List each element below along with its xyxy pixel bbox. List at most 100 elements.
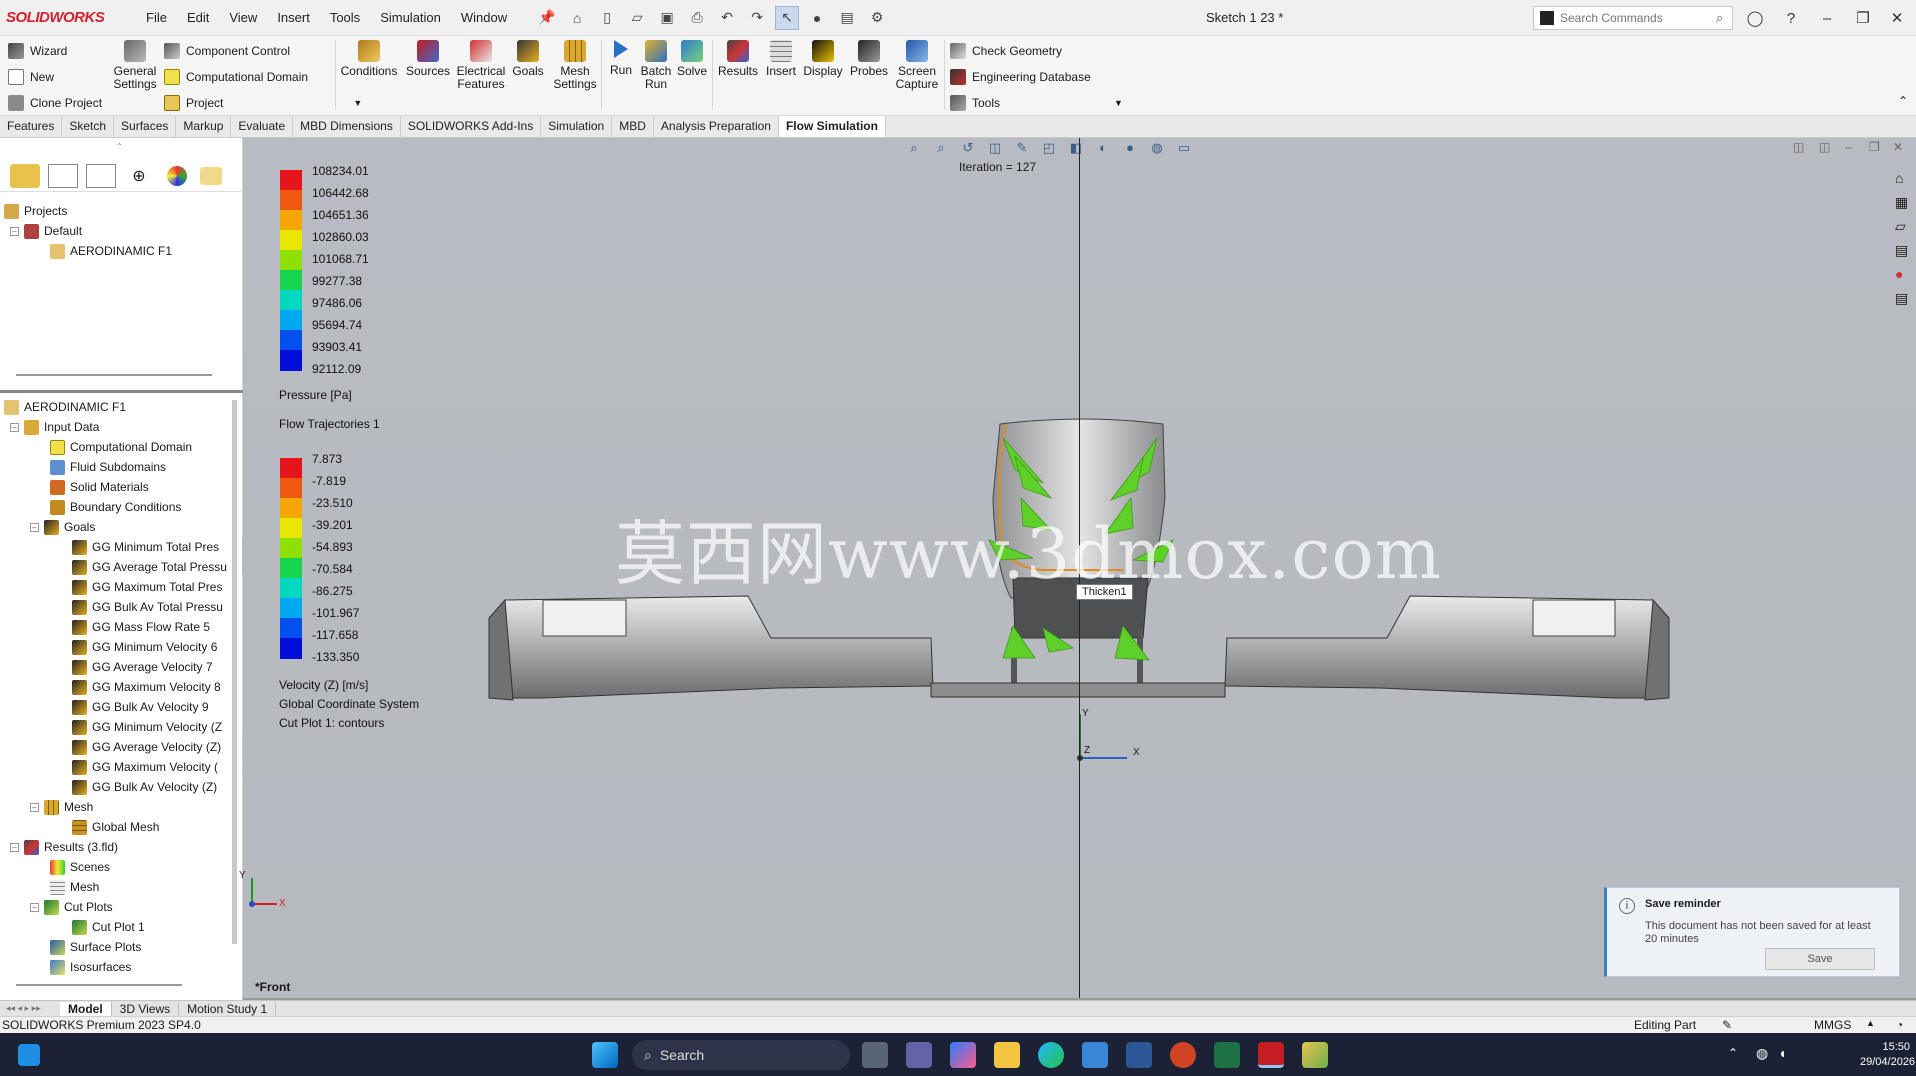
tree-node-scenes[interactable]: Scenes bbox=[50, 858, 110, 876]
menu-edit[interactable]: Edit bbox=[177, 10, 219, 25]
units-chevron-icon[interactable]: ▲ bbox=[1866, 1018, 1875, 1028]
tree-node-goal[interactable]: GG Average Total Pressu bbox=[72, 558, 227, 576]
sources-button[interactable]: Sources bbox=[404, 40, 452, 78]
tree-node-cut-plot-1[interactable]: Cut Plot 1 bbox=[72, 918, 145, 936]
tree-node-goal[interactable]: GG Minimum Velocity (Z bbox=[72, 718, 222, 736]
insert-button[interactable]: Insert bbox=[764, 40, 798, 78]
traffic-light-icon[interactable]: ● bbox=[805, 6, 829, 30]
electrical-features-button[interactable]: Electrical Features bbox=[456, 40, 506, 91]
tools-button[interactable]: Tools ▼ bbox=[950, 92, 1123, 114]
tree-node-goal[interactable]: GG Bulk Av Velocity (Z) bbox=[72, 778, 217, 796]
tree-node-goal[interactable]: GG Minimum Total Pres bbox=[72, 538, 219, 556]
wizard-button[interactable]: Wizard bbox=[8, 40, 67, 62]
collapse-icon[interactable]: – bbox=[30, 522, 39, 532]
new-project-button[interactable]: New bbox=[8, 66, 54, 88]
chevron-down-icon[interactable]: ▼ bbox=[1114, 98, 1123, 108]
menu-insert[interactable]: Insert bbox=[267, 10, 320, 25]
check-geometry-button[interactable]: Check Geometry bbox=[950, 40, 1062, 62]
flow-simulation-taskbar-icon[interactable] bbox=[1302, 1042, 1328, 1068]
display-button[interactable]: Display bbox=[802, 40, 844, 78]
collapse-ribbon-icon[interactable]: ⌃ bbox=[1898, 94, 1908, 108]
graphics-area[interactable]: ⌕ ⌕ ↺ ◫ ✎ ◰ ◧ ◐ ● ◍ ▭ ◫ ◫ – ❐ ✕ ⌂ ▦ ▱ ▤ … bbox=[239, 138, 1916, 1000]
collapse-icon[interactable]: – bbox=[30, 802, 39, 812]
open-file-icon[interactable]: ▱ bbox=[625, 6, 649, 30]
results-button[interactable]: Results bbox=[716, 40, 760, 78]
search-commands-input[interactable] bbox=[1560, 11, 1710, 25]
tree-node-goal[interactable]: GG Maximum Velocity ( bbox=[72, 758, 218, 776]
tree-node-analysis-root[interactable]: AERODINAMIC F1 bbox=[4, 398, 126, 416]
tree-node-input-data[interactable]: – Input Data bbox=[10, 418, 99, 436]
undo-icon[interactable]: ↶ bbox=[715, 6, 739, 30]
tab-model[interactable]: Model bbox=[60, 1001, 112, 1016]
help-icon[interactable]: ? bbox=[1776, 6, 1806, 30]
solve-button[interactable]: Solve bbox=[676, 40, 708, 78]
tree-node-boundary-conditions[interactable]: Boundary Conditions bbox=[50, 498, 181, 516]
bottom-splitter[interactable] bbox=[16, 984, 182, 986]
tree-node-project[interactable]: AERODINAMIC F1 bbox=[50, 242, 172, 260]
tree-node-global-mesh[interactable]: Global Mesh bbox=[72, 818, 159, 836]
select-cursor-icon[interactable]: ↖ bbox=[775, 5, 800, 30]
engineering-database-button[interactable]: Engineering Database bbox=[950, 66, 1091, 88]
panel-splitter[interactable] bbox=[16, 374, 212, 376]
menu-tools[interactable]: Tools bbox=[320, 10, 370, 25]
rebuild-icon[interactable]: ✎ bbox=[1722, 1018, 1732, 1032]
display-manager-tab-icon[interactable] bbox=[167, 166, 187, 186]
tree-node-goal[interactable]: GG Bulk Av Total Pressu bbox=[72, 598, 223, 616]
collapse-icon[interactable]: – bbox=[10, 226, 19, 236]
tree-node-goal[interactable]: GG Bulk Av Velocity 9 bbox=[72, 698, 209, 716]
tab-evaluate[interactable]: Evaluate bbox=[231, 116, 294, 137]
tree-node-goal[interactable]: GG Average Velocity 7 bbox=[72, 658, 213, 676]
show-hidden-icons-icon[interactable]: ⌃ bbox=[1728, 1046, 1738, 1060]
screen-capture-button[interactable]: Screen Capture bbox=[894, 40, 940, 91]
tree-node-goal[interactable]: GG Maximum Velocity 8 bbox=[72, 678, 221, 696]
tree-node-cut-plots[interactable]: – Cut Plots bbox=[30, 898, 113, 916]
powerpoint-icon[interactable] bbox=[1170, 1042, 1196, 1068]
tree-node-results-mesh[interactable]: Mesh bbox=[50, 878, 99, 896]
solidworks-logo[interactable]: SOLIDWORKS bbox=[6, 9, 136, 26]
tree-node-goal[interactable]: GG Mass Flow Rate 5 bbox=[72, 618, 210, 636]
menu-simulation[interactable]: Simulation bbox=[370, 10, 451, 25]
tree-node-goal[interactable]: GG Maximum Total Pres bbox=[72, 578, 222, 596]
flow-sim-tree-tab-icon[interactable] bbox=[10, 164, 40, 188]
configuration-manager-tab-icon[interactable] bbox=[86, 164, 116, 188]
mesh-settings-button[interactable]: Mesh Settings bbox=[552, 40, 598, 91]
tab-markup[interactable]: Markup bbox=[176, 116, 232, 137]
panel-splitter-handle[interactable] bbox=[0, 390, 243, 393]
store-icon[interactable] bbox=[1082, 1042, 1108, 1068]
conditions-button[interactable]: Conditions bbox=[340, 40, 398, 78]
tree-node-goal[interactable]: GG Minimum Velocity 6 bbox=[72, 638, 217, 656]
restore-icon[interactable]: ❐ bbox=[1848, 6, 1878, 30]
tree-node-goal[interactable]: GG Average Velocity (Z) bbox=[72, 738, 221, 756]
batch-run-button[interactable]: Batch Run bbox=[640, 40, 672, 91]
tree-scrollbar[interactable] bbox=[232, 400, 237, 944]
tree-node-goals[interactable]: – Goals bbox=[30, 518, 95, 536]
tab-simulation[interactable]: Simulation bbox=[541, 116, 613, 137]
close-icon[interactable]: ✕ bbox=[1882, 6, 1912, 30]
collapse-icon[interactable]: – bbox=[10, 842, 19, 852]
teams-icon[interactable] bbox=[906, 1042, 932, 1068]
minimize-icon[interactable]: – bbox=[1812, 6, 1842, 30]
options-gear-icon[interactable]: ⚙ bbox=[865, 6, 889, 30]
tab-solidworks-addins[interactable]: SOLIDWORKS Add-Ins bbox=[401, 116, 542, 137]
menu-file[interactable]: File bbox=[136, 10, 177, 25]
word-icon[interactable] bbox=[1126, 1042, 1152, 1068]
run-button[interactable]: Run bbox=[606, 40, 636, 77]
save-icon[interactable]: ▣ bbox=[655, 6, 679, 30]
search-commands-box[interactable]: ⌕ bbox=[1533, 6, 1733, 30]
taskbar-clock[interactable]: 15:50 29/04/2026 bbox=[1860, 1040, 1915, 1070]
print-icon[interactable]: ⎙ bbox=[685, 6, 709, 30]
customize-icon[interactable]: ◔ bbox=[1896, 1018, 1903, 1032]
general-settings-button[interactable]: General Settings bbox=[110, 40, 160, 91]
task-view-icon[interactable] bbox=[862, 1042, 888, 1068]
tree-node-default[interactable]: – Default bbox=[10, 222, 82, 240]
tab-motion-study-1[interactable]: Motion Study 1 bbox=[179, 1001, 277, 1016]
start-icon[interactable] bbox=[592, 1042, 618, 1068]
tab-3d-views[interactable]: 3D Views bbox=[112, 1001, 180, 1016]
panel-collapse-handle[interactable]: ⌃ bbox=[116, 142, 123, 151]
pin-icon[interactable]: 📌 bbox=[535, 6, 559, 30]
unit-system[interactable]: MMGS bbox=[1814, 1018, 1851, 1032]
tree-node-fluid-subdomains[interactable]: Fluid Subdomains bbox=[50, 458, 166, 476]
save-button[interactable]: Save bbox=[1765, 948, 1875, 970]
tab-analysis-preparation[interactable]: Analysis Preparation bbox=[654, 116, 779, 137]
property-manager-tab-icon[interactable] bbox=[48, 164, 78, 188]
